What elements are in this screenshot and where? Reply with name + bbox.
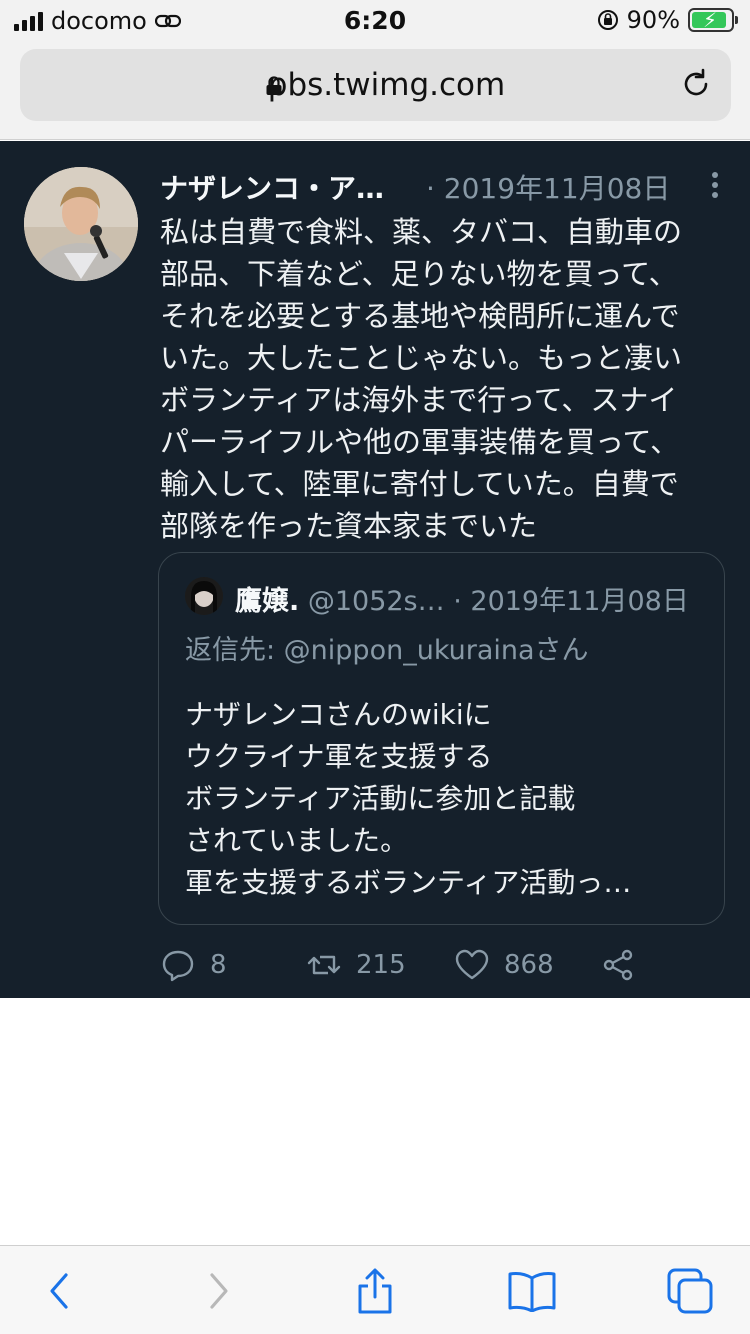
reload-icon[interactable] [679, 67, 713, 101]
share-tweet-button[interactable] [600, 947, 636, 983]
back-icon [50, 1273, 68, 1309]
author-avatar[interactable] [24, 167, 138, 281]
tweet-header: ナザレンコ・ア… · 2019年11月08日 [160, 167, 720, 207]
battery-percent: 90% [626, 6, 680, 34]
quoted-author-handle: @1052s… [299, 586, 445, 617]
share-nodes-icon [603, 949, 633, 981]
quoted-reply-to: 返信先: @nippon_ukurainaさん [185, 635, 589, 666]
author-name[interactable]: ナザレンコ・ア… [160, 167, 384, 207]
like-count: 868 [504, 950, 554, 980]
forward-button[interactable] [194, 1266, 244, 1316]
browser-address-area: pbs.twimg.com [0, 40, 750, 140]
status-bar: docomo 6:20 90% ⚡ [0, 0, 750, 40]
share-icon [358, 1268, 392, 1314]
quoted-header: 鷹嬢. @1052s… · 2019年11月08日 [235, 579, 689, 618]
orientation-lock-icon [597, 10, 618, 30]
forward-icon [210, 1273, 228, 1309]
quoted-author-avatar [185, 577, 223, 615]
more-options-icon[interactable] [710, 171, 720, 199]
quoted-date: · 2019年11月08日 [444, 586, 689, 617]
quoted-author-name: 鷹嬢. [235, 586, 300, 617]
retweet-button[interactable]: 215 [306, 947, 406, 983]
tabs-icon [667, 1268, 713, 1314]
heart-icon [455, 949, 489, 980]
url-text: pbs.twimg.com [267, 67, 506, 103]
reply-count: 8 [210, 950, 227, 980]
reply-icon [162, 950, 194, 982]
author-avatar-image [24, 167, 138, 281]
tweet-date[interactable]: · 2019年11月08日 [426, 167, 670, 207]
reply-button[interactable]: 8 [160, 947, 227, 983]
tweet-card[interactable]: ナザレンコ・ア… · 2019年11月08日 私は自費で食料、薬、タバコ、自動車… [0, 141, 750, 998]
quoted-tweet[interactable]: 鷹嬢. @1052s… · 2019年11月08日 返信先: @nippon_u… [158, 552, 725, 925]
share-button[interactable] [350, 1266, 400, 1316]
retweet-icon [307, 955, 341, 975]
bookmarks-button[interactable] [507, 1266, 557, 1316]
browser-toolbar [0, 1245, 750, 1334]
charging-bolt-icon: ⚡ [703, 8, 718, 32]
bookmarks-icon [508, 1272, 556, 1312]
tweet-text: 私は自費で食料、薬、タバコ、自動車の 部品、下着など、足りない物を買って、 それ… [160, 215, 683, 543]
battery-icon: ⚡ [688, 8, 738, 32]
tabs-button[interactable] [665, 1266, 715, 1316]
address-bar[interactable]: pbs.twimg.com [20, 49, 731, 121]
status-right: 90% ⚡ [597, 6, 738, 34]
retweet-count: 215 [356, 950, 406, 980]
like-button[interactable]: 868 [454, 947, 554, 983]
quoted-avatar-image [185, 577, 223, 615]
quoted-text: ナザレンコさんのwikiに ウクライナ軍を支援する ボランティア活動に参加と記載… [185, 698, 632, 899]
back-button[interactable] [34, 1266, 84, 1316]
